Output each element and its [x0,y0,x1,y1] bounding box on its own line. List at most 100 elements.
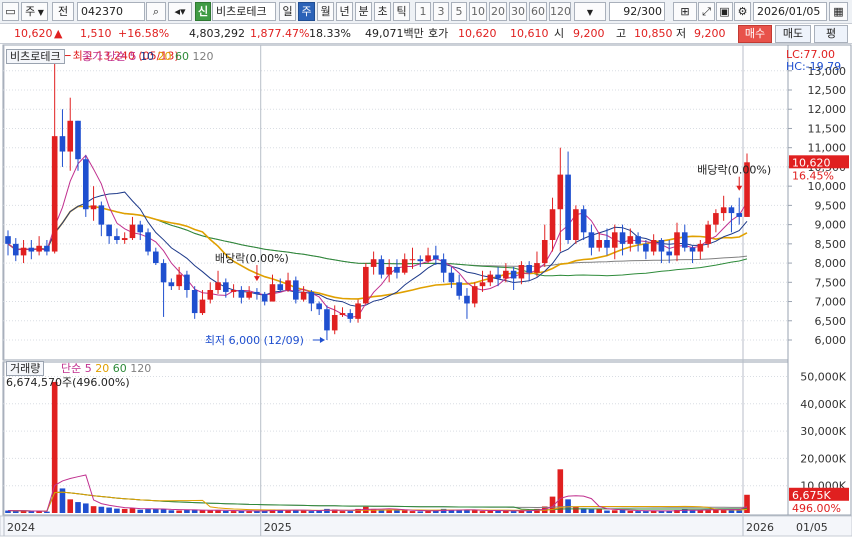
previous-button[interactable]: 전 [52,2,74,21]
dividend-annotation-2: 배당락(0.00%) [697,164,771,177]
search-icon[interactable]: ⌕ [146,2,166,21]
candle-body [254,291,260,294]
tab-interval-6[interactable]: 60 [529,2,547,21]
price-tick-label: 7,500 [815,276,847,289]
tab-interval-7[interactable]: 120 [549,2,571,21]
volume-tick-label: 30,000K [800,425,846,438]
sell-button[interactable]: 매도 [775,25,811,43]
volume-bar [75,502,81,513]
volume-tag[interactable]: 거래량 [6,361,45,376]
candle-body [355,303,361,319]
vol-legend-ma120: 120 [130,362,152,375]
legend-ma120: 120 [192,50,214,63]
tab-interval-2[interactable]: 5 [451,2,467,21]
tab-interval-4[interactable]: 20 [489,2,507,21]
stock-tag[interactable]: 비츠로테크 [6,49,65,64]
candle-body [409,259,416,261]
volume-bar [90,506,97,513]
candle-body [705,224,711,244]
volume-bar [44,511,50,513]
candle-body [697,243,704,252]
volume-bar [223,510,229,513]
tab-period-6[interactable]: 틱 [393,2,410,21]
candle-body [456,282,462,296]
candle-body [604,240,610,248]
candle-body [261,293,268,302]
legend-ma-label: 단순 [105,50,126,63]
candle-body [20,247,27,256]
price-tick-label: 11,000 [808,142,847,155]
market-value: 주 [25,5,36,18]
candle-body [246,291,252,298]
volume-bar [121,508,128,513]
candle-body [720,207,727,214]
current-pct-label: 16.45% [792,169,834,182]
date-field[interactable]: 2026/01/05 [753,2,827,21]
tab-period-1[interactable]: 주 [298,2,315,21]
candle-body [580,209,587,233]
current-volume-label: 6,675K [792,489,831,502]
candle-body [487,274,494,283]
sound-icon[interactable]: ◂▾ [168,2,192,21]
candle-body [549,209,556,240]
volume-bar [643,511,649,513]
tab-interval-1[interactable]: 3 [433,2,449,21]
candle-body [308,291,315,304]
market-select[interactable]: 주 ▼ [21,2,48,21]
x-year-label: 2025 [264,521,292,534]
candle-body [324,309,330,331]
evaluate-button[interactable]: 평 [814,25,848,43]
tab-period-3[interactable]: 년 [336,2,353,21]
interval-input[interactable]: ▼ [574,2,606,21]
drawing-tool-icon[interactable]: ⤢ [698,2,715,21]
candle-body [137,224,144,233]
add-indicator-icon[interactable]: ⊞ [673,2,697,21]
tab-period-4[interactable]: 분 [355,2,372,21]
grid [0,44,852,537]
bar-count-field[interactable]: 92/300 [609,2,665,21]
tab-period-2[interactable]: 월 [317,2,334,21]
candle-body [627,236,634,244]
gear-icon[interactable]: ⚙ [734,2,751,21]
tab-period-5[interactable]: 초 [374,2,391,21]
volume-tick-label: 20,000K [800,452,846,465]
volume-bar [495,510,501,513]
candle-body [681,232,688,248]
buy-button[interactable]: 매수 [738,25,772,43]
tab-interval-5[interactable]: 30 [509,2,527,21]
vol-legend-ma5: 5 [84,362,92,375]
candle-body [90,205,97,210]
hc-value: HC:-19.79 [786,60,842,73]
vol-legend-ma20: 20 [95,362,110,375]
price-tick-label: 12,000 [808,103,847,116]
candle-body [176,274,182,287]
chart-settings-icon[interactable]: ▭ [2,2,19,21]
volume-bar [588,509,595,513]
x-end-date-label: 01/05 [796,521,828,534]
candle-body [5,236,11,244]
tab-interval-0[interactable]: 1 [415,2,431,21]
volume-legend: 단순 5 20 60 120 [61,362,151,376]
volume-bar [293,510,299,513]
candle-body [152,251,159,264]
tab-interval-3[interactable]: 10 [469,2,487,21]
price-panel-frame [2,44,789,361]
volume-percent: 1,877.47% [250,27,310,40]
tab-period-0[interactable]: 일 [279,2,296,21]
price-tick-label: 12,500 [808,84,847,97]
x-axis-strip [0,515,852,537]
save-icon[interactable]: ▣ [716,2,733,21]
vol-legend-ma-label: 단순 [61,362,82,375]
candle-body [114,236,120,240]
stock-code-input[interactable]: 042370 [77,2,145,21]
stock-chart[interactable]: 6,000 6,500 7,000 7,500 8,000 8,500 9,000 9,500… [0,44,852,537]
stock-name-field[interactable]: 비츠로테크 [212,2,276,21]
candle-body [191,290,198,314]
candle-body [394,266,400,273]
candle-body [277,284,284,290]
candle-body [230,290,237,292]
current-price-label: 10,620 [792,156,831,169]
volume-bar [152,508,159,513]
calendar-icon[interactable]: ▦ [829,2,848,21]
candle-body [339,313,346,315]
